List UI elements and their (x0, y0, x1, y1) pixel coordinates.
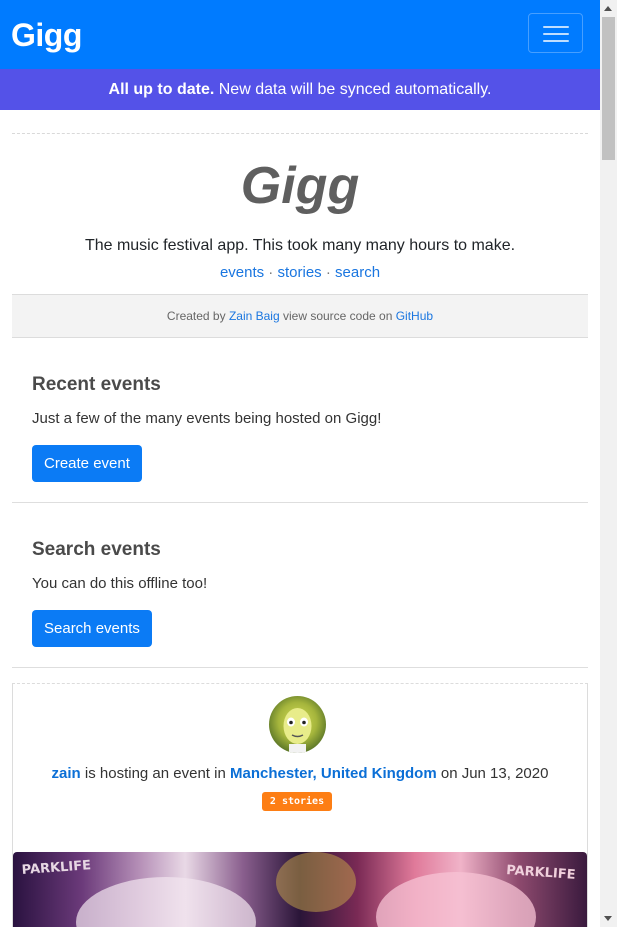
avatar[interactable] (269, 696, 326, 753)
stories-badge[interactable]: 2 stories (262, 792, 332, 811)
sync-status-strong: All up to date. (108, 81, 215, 98)
credit-middle: view source code on (279, 309, 396, 323)
navbar: Gigg (0, 0, 600, 69)
create-event-button[interactable]: Create event (32, 445, 142, 482)
github-link[interactable]: GitHub (396, 309, 433, 323)
page: Gigg All up to date. New data will be sy… (0, 0, 600, 927)
search-events-section: Search events You can do this offline to… (12, 503, 588, 668)
event-image-text-left: PARKLIFE (21, 858, 91, 878)
hamburger-menu-icon[interactable] (528, 13, 583, 53)
credit-prefix: Created by (166, 309, 229, 323)
link-separator: · (321, 264, 336, 281)
recent-events-title: Recent events (32, 374, 161, 395)
author-link[interactable]: Zain Baig (229, 309, 280, 323)
event-card[interactable]: zain is hosting an event in Manchester, … (12, 683, 588, 927)
hero-title: Gigg (240, 157, 360, 215)
event-image[interactable]: PARKLIFE PARKLIFE (13, 852, 587, 927)
scroll-down-icon[interactable] (604, 916, 612, 921)
link-search[interactable]: search (335, 264, 380, 281)
search-events-title: Search events (32, 539, 161, 560)
hero-links: events · stories · search (12, 263, 588, 283)
event-image-text-right: PARKLIFE (505, 863, 575, 883)
link-separator: · (264, 264, 278, 281)
event-text: is hosting an event in (80, 765, 230, 782)
hero-subtitle: The music festival app. This took many m… (84, 237, 516, 254)
scrollbar[interactable] (600, 0, 617, 927)
recent-events-text: Just a few of the many events being host… (32, 410, 382, 427)
search-events-button[interactable]: Search events (32, 610, 152, 647)
recent-events-section: Recent events Just a few of the many eve… (12, 338, 588, 503)
scroll-up-icon[interactable] (604, 6, 612, 11)
event-location-link[interactable]: Manchester, United Kingdom (230, 765, 437, 782)
scroll-thumb[interactable] (602, 17, 615, 160)
credit-bar: Created by Zain Baig view source code on… (12, 294, 588, 338)
brand-logo[interactable]: Gigg (11, 16, 82, 54)
event-date: on Jun 13, 2020 (436, 765, 549, 782)
event-user-link[interactable]: zain (52, 765, 81, 782)
sync-status-text: New data will be synced automatically. (214, 81, 492, 98)
sync-status-banner: All up to date. New data will be synced … (0, 69, 600, 110)
hero: Gigg The music festival app. This took m… (12, 133, 588, 283)
link-events[interactable]: events (220, 264, 264, 281)
link-stories[interactable]: stories (277, 264, 321, 281)
event-description: zain is hosting an event in Manchester, … (13, 763, 587, 785)
search-events-text: You can do this offline too! (32, 575, 208, 592)
